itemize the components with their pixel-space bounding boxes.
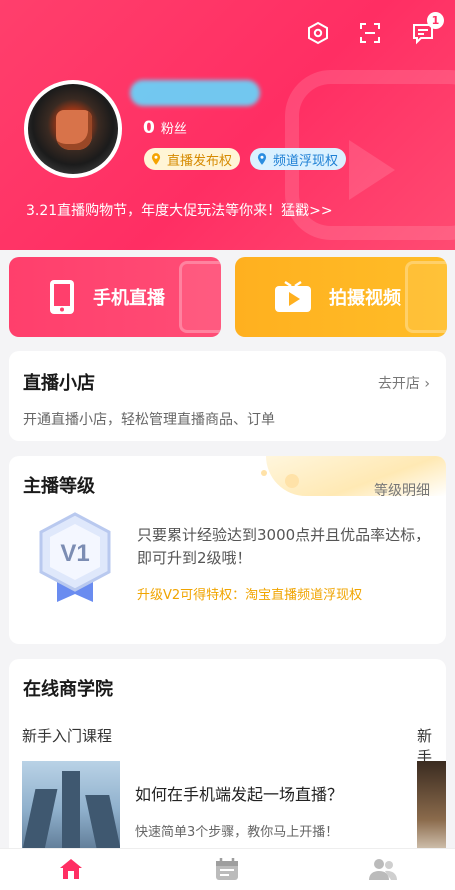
profile-header: 1 0 粉丝 直播发布权 频道浮现权 3.21直播购物节，年度大促玩法等你来！猛… xyxy=(0,0,455,250)
phone-icon xyxy=(50,280,74,314)
promo-banner-link[interactable]: 3.21直播购物节，年度大促玩法等你来！猛戳>> xyxy=(26,200,333,220)
video-decoration xyxy=(405,261,447,333)
notification-badge: 1 xyxy=(427,12,444,29)
location-pin-icon xyxy=(151,153,161,165)
channel-permission-label: 频道浮现权 xyxy=(273,153,339,169)
course-description: 快速简单3个步骤，教你马上开播！ xyxy=(135,825,339,840)
level-description: 只要累计经验达到3000点并且优品率达标，即可升到2级哦！ xyxy=(137,526,431,567)
course-tab-beginner[interactable]: 新手入门课程 xyxy=(22,725,112,746)
location-pin-icon xyxy=(257,153,267,165)
scan-icon[interactable] xyxy=(355,18,385,48)
course-title[interactable]: 如何在手机端发起一场直播？ xyxy=(135,781,343,805)
people-icon[interactable] xyxy=(368,855,398,883)
phone-decoration xyxy=(179,261,221,333)
live-permission-badge[interactable]: 直播发布权 xyxy=(144,148,241,170)
home-icon[interactable] xyxy=(56,855,86,883)
video-camera-icon xyxy=(275,280,311,312)
live-shop-title: 直播小店 xyxy=(23,373,95,394)
level-v1-badge-icon: V1 xyxy=(39,512,111,602)
fans-label: 粉丝 xyxy=(160,122,187,137)
level-upgrade-tip: 升级V2可得特权：淘宝直播频道浮现权 xyxy=(137,588,363,603)
anchor-level-title: 主播等级 xyxy=(23,476,95,497)
shoot-video-label: 拍摄视频 xyxy=(329,288,401,309)
level-details-link[interactable]: 等级明细 xyxy=(374,480,430,500)
online-academy-card: 在线商学院 新手入门课程 新手 如何在手机端发起一场直播？ 快速简单3个步骤，教… xyxy=(9,659,446,859)
bottom-tab-bar xyxy=(0,848,455,890)
decoration-dot xyxy=(285,474,299,488)
fans-count: 0 xyxy=(143,118,155,138)
fist-graphic xyxy=(56,110,92,150)
live-permission-label: 直播发布权 xyxy=(167,153,233,169)
header-play-decoration xyxy=(349,140,395,200)
course-thumbnail-next[interactable] xyxy=(417,761,446,859)
mobile-live-button[interactable]: 手机直播 xyxy=(9,257,221,337)
online-academy-title: 在线商学院 xyxy=(23,679,113,700)
course-thumbnail[interactable] xyxy=(22,761,120,859)
username-redacted xyxy=(130,80,260,106)
message-icon[interactable]: 1 xyxy=(408,12,444,48)
chevron-right-icon: › xyxy=(424,376,430,392)
level-badge-text: V1 xyxy=(60,540,89,567)
mobile-live-label: 手机直播 xyxy=(93,288,165,309)
calendar-icon[interactable] xyxy=(212,855,242,883)
fans-stat[interactable]: 0 粉丝 xyxy=(143,118,187,138)
channel-permission-badge[interactable]: 频道浮现权 xyxy=(250,148,347,170)
open-shop-link[interactable]: 去开店 › xyxy=(378,373,430,393)
live-shop-description: 开通直播小店，轻松管理直播商品、订单 xyxy=(23,412,275,428)
avatar-image xyxy=(28,84,118,174)
anchor-level-card: 主播等级 等级明细 V1 只要累计经验达到3000点并且优品率达标，即可升到2级… xyxy=(9,456,446,644)
building-shape xyxy=(62,771,80,859)
shoot-video-button[interactable]: 拍摄视频 xyxy=(235,257,447,337)
avatar[interactable] xyxy=(24,80,122,178)
settings-hexagon-icon[interactable] xyxy=(303,18,333,48)
open-shop-label: 去开店 xyxy=(377,376,420,392)
decoration-dot xyxy=(261,470,267,476)
live-shop-card[interactable]: 直播小店 去开店 › 开通直播小店，轻松管理直播商品、订单 xyxy=(9,351,446,441)
